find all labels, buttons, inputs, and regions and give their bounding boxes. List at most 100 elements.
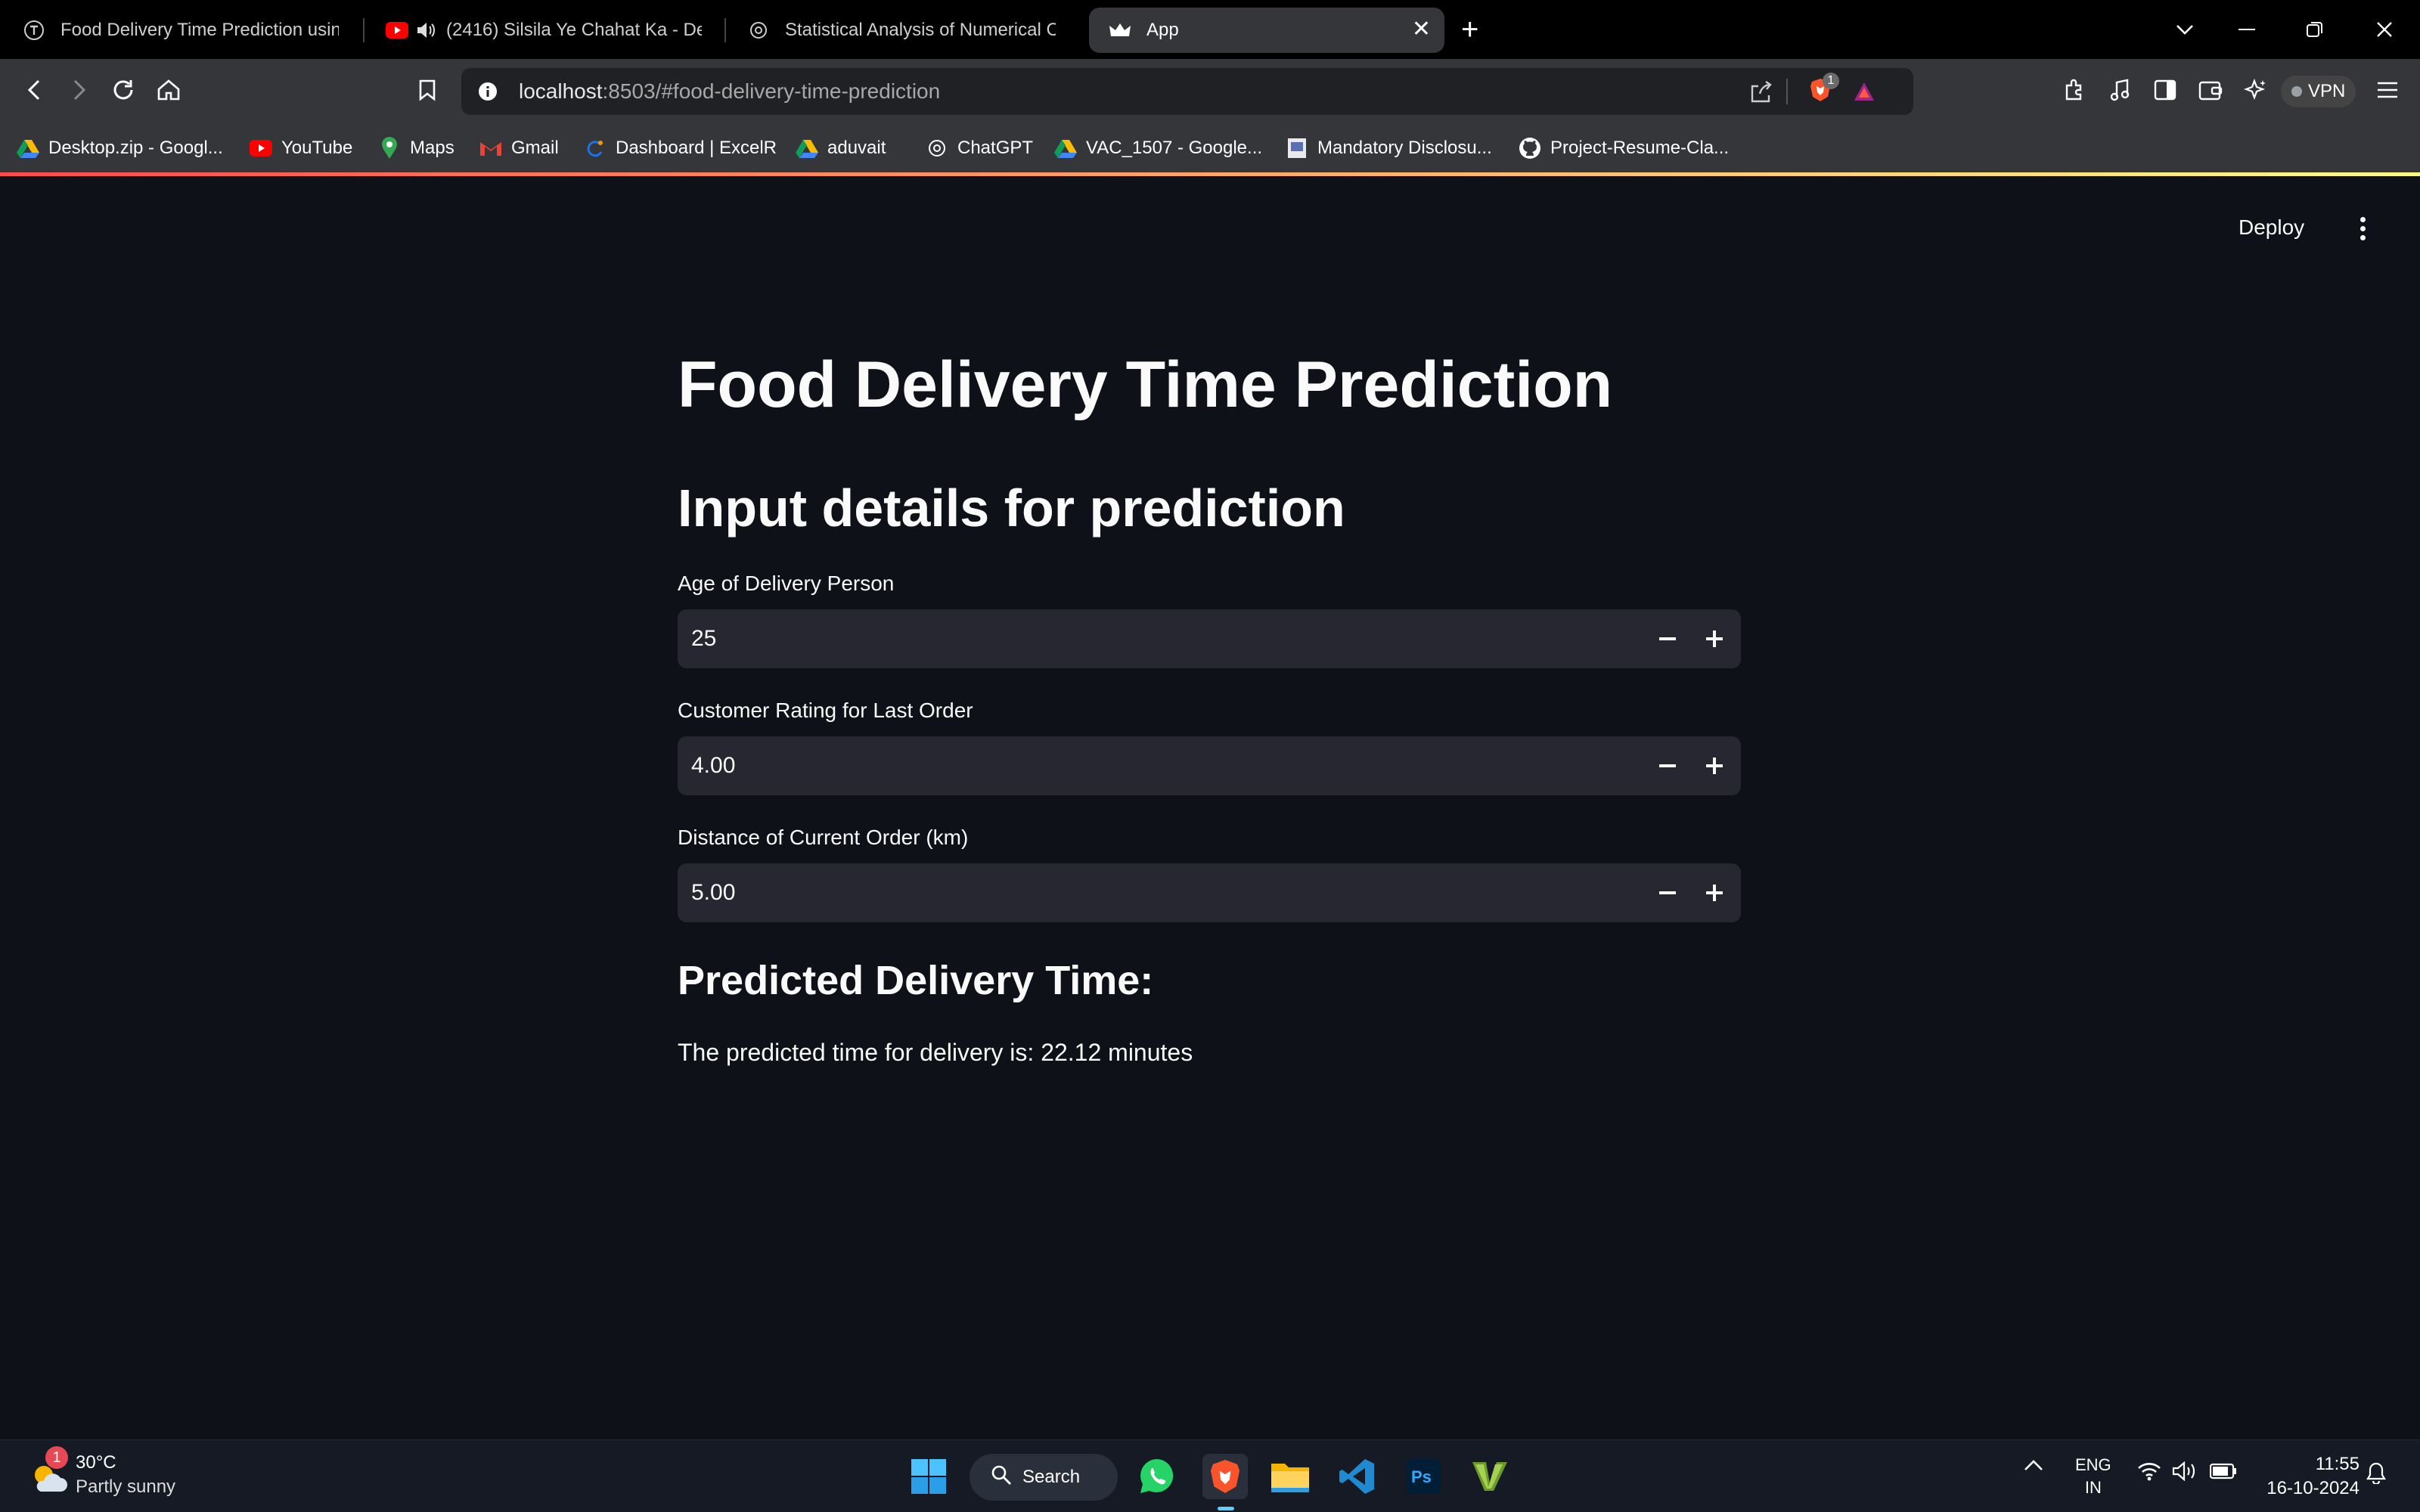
bookmark-label: Project-Resume-Cla... [1550, 138, 1730, 158]
page-title: Food Delivery Time Prediction [678, 349, 1613, 421]
excelr-icon [584, 137, 607, 160]
language-code: ENG [2075, 1455, 2111, 1474]
tab-title: App [1146, 20, 1179, 40]
clock-date: 16-10-2024 [2266, 1478, 2360, 1498]
rating-value[interactable]: 4.00 [691, 736, 735, 795]
bookmarks-bar: Desktop.zip - Googl... YouTube Maps Gmai… [0, 121, 2420, 174]
youtube-icon [386, 19, 408, 42]
bookmark-youtube[interactable]: YouTube [250, 133, 352, 163]
close-window-icon[interactable] [2366, 11, 2403, 48]
bookmark-chatgpt[interactable]: ChatGPT [926, 133, 1033, 163]
brave-browser-icon[interactable] [1202, 1454, 1248, 1499]
distance-label: Distance of Current Order (km) [678, 826, 969, 849]
bookmark-label: Desktop.zip - Googl... [48, 138, 223, 158]
back-icon[interactable] [15, 71, 53, 109]
bookmark-maps[interactable]: Maps [378, 133, 455, 163]
windows-taskbar: 1 30°C Partly sunny Search Ps ENG IN 11:… [0, 1439, 2420, 1512]
distance-number-input[interactable]: 5.00 [678, 863, 1741, 922]
tab-statistical-analysis[interactable]: Statistical Analysis of Numerical Col [728, 8, 1075, 53]
tab-title: Statistical Analysis of Numerical Col [785, 20, 1056, 40]
bookmark-label: Dashboard | ExcelR [616, 138, 777, 158]
taskbar-search-button[interactable]: Search [970, 1454, 1118, 1501]
rating-number-input[interactable]: 4.00 [678, 736, 1741, 795]
deploy-button[interactable]: Deploy [2238, 210, 2304, 245]
chatgpt-icon [747, 19, 770, 42]
new-tab-icon[interactable]: + [1461, 11, 1478, 48]
volume-icon[interactable] [2172, 1461, 2198, 1486]
wallet-icon[interactable] [2192, 71, 2229, 109]
svg-text:Ps: Ps [1411, 1467, 1432, 1486]
rating-decrement-icon[interactable] [1649, 747, 1686, 785]
photoshop-icon[interactable]: Ps [1401, 1454, 1446, 1499]
tab-youtube-song[interactable]: (2416) Silsila Ye Chahat Ka - Dev [366, 8, 721, 53]
weather-description[interactable]: Partly sunny [76, 1476, 175, 1498]
bookmark-desktop-zip[interactable]: Desktop.zip - Googl... [17, 133, 223, 163]
reload-icon[interactable] [104, 71, 142, 109]
address-bar[interactable]: localhost:8503/#food-delivery-time-predi… [461, 68, 1913, 115]
whatsapp-icon[interactable] [1134, 1454, 1180, 1499]
forward-icon[interactable] [60, 71, 98, 109]
bookmark-label: Mandatory Disclosu... [1317, 138, 1492, 158]
weather-temperature[interactable]: 30°C [76, 1452, 116, 1473]
speaker-icon[interactable] [414, 19, 437, 42]
url-host: localhost [519, 79, 603, 103]
tab-app[interactable]: App ✕ [1089, 8, 1444, 53]
main-menu-icon[interactable] [2347, 212, 2378, 245]
tab-separator [724, 18, 726, 42]
browser-tab-strip: Food Delivery Time Prediction using (241… [0, 0, 2420, 59]
sidebar-icon[interactable] [2146, 71, 2184, 109]
rating-label: Customer Rating for Last Order [678, 699, 973, 722]
bookmark-dashboard-excelr[interactable]: Dashboard | ExcelR [584, 133, 777, 163]
search-label: Search [1022, 1467, 1081, 1487]
leo-ai-icon[interactable] [2237, 71, 2275, 109]
shields-count-badge: 1 [1823, 73, 1839, 89]
tab-food-delivery[interactable]: Food Delivery Time Prediction using [3, 8, 358, 53]
input-language-indicator[interactable]: ENG IN [2075, 1454, 2111, 1499]
distance-increment-icon[interactable] [1696, 874, 1733, 912]
age-value[interactable]: 25 [691, 609, 716, 668]
streamlit-header-decoration [0, 172, 2420, 176]
bookmark-vac-1507[interactable]: VAC_1507 - Google... [1054, 133, 1262, 163]
age-number-input[interactable]: 25 [678, 609, 1741, 668]
music-note-icon[interactable] [2101, 71, 2139, 109]
bookmark-project-resume[interactable]: Project-Resume-Cla... [1519, 133, 1729, 163]
wifi-icon[interactable] [2137, 1461, 2161, 1486]
menu-icon[interactable] [2369, 71, 2406, 109]
battery-icon[interactable] [2209, 1463, 2237, 1485]
rating-increment-icon[interactable] [1696, 747, 1733, 785]
age-increment-icon[interactable] [1696, 620, 1733, 658]
tab-search-chevron-icon[interactable] [2166, 11, 2204, 48]
windows-start-icon[interactable] [906, 1454, 951, 1499]
share-icon[interactable] [1742, 73, 1780, 110]
section-heading: Input details for prediction [678, 479, 1345, 538]
vim-icon[interactable] [1467, 1454, 1512, 1499]
bookmark-gmail[interactable]: Gmail [479, 133, 559, 163]
search-icon [991, 1464, 1012, 1491]
close-tab-icon[interactable]: ✕ [1412, 18, 1431, 41]
document-icon [1286, 137, 1308, 160]
bookmark-aduvait[interactable]: aduvait [796, 133, 886, 163]
bookmark-mandatory-disclosure[interactable]: Mandatory Disclosu... [1286, 133, 1492, 163]
vscode-icon[interactable] [1334, 1454, 1379, 1499]
vpn-status-dot [2291, 86, 2302, 97]
site-info-icon[interactable] [469, 73, 507, 110]
distance-value[interactable]: 5.00 [691, 863, 735, 922]
bookmark-icon[interactable] [408, 71, 446, 109]
streamlit-crown-icon [1109, 19, 1131, 42]
google-drive-icon [17, 137, 39, 160]
restore-icon[interactable] [2296, 11, 2334, 48]
tab-separator [363, 18, 365, 42]
notification-bell-icon[interactable] [2366, 1461, 2387, 1489]
age-decrement-icon[interactable] [1649, 620, 1686, 658]
distance-decrement-icon[interactable] [1649, 874, 1686, 912]
file-explorer-icon[interactable] [1267, 1454, 1313, 1499]
show-hidden-icons-chevron-icon[interactable] [2024, 1455, 2043, 1476]
system-clock[interactable]: 11:55 16-10-2024 [2254, 1452, 2360, 1501]
home-icon[interactable] [150, 71, 188, 109]
brave-rewards-icon[interactable] [1845, 73, 1883, 110]
url-text[interactable]: localhost:8503/#food-delivery-time-predi… [519, 68, 940, 115]
vpn-button[interactable]: VPN [2281, 76, 2356, 107]
bookmark-label: Gmail [511, 138, 559, 158]
minimize-icon[interactable] [2228, 11, 2266, 48]
extensions-icon[interactable] [2055, 71, 2093, 109]
